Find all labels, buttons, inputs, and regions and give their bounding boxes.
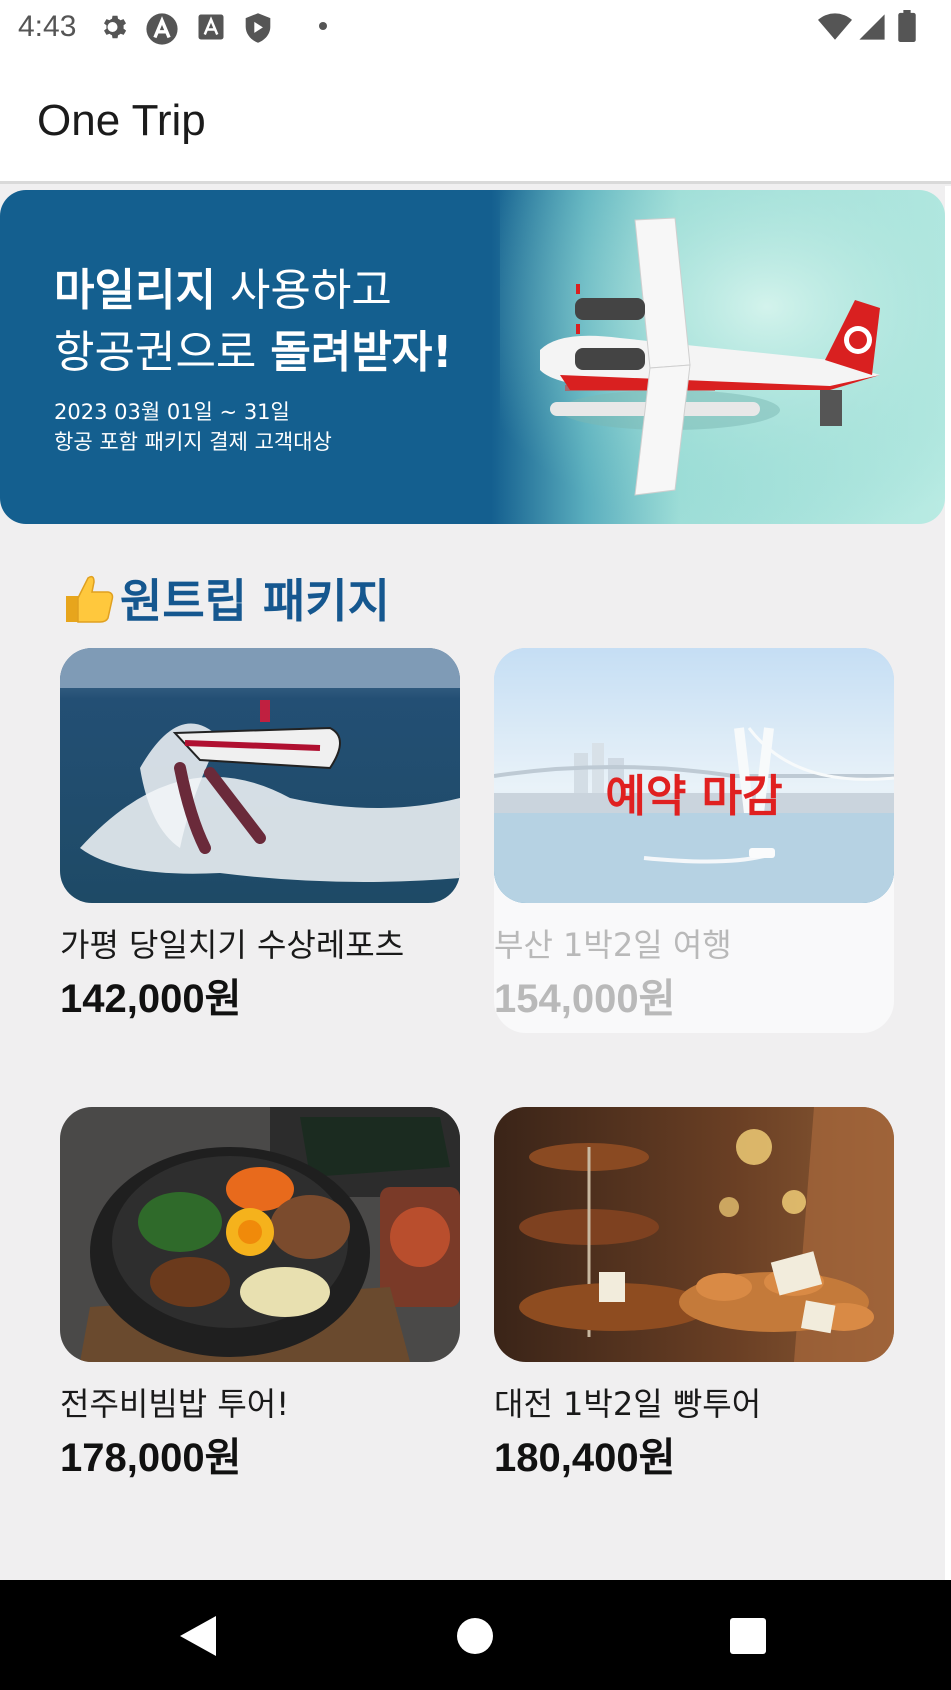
status-bar: 4:43 <box>0 0 951 56</box>
home-icon[interactable] <box>449 1610 501 1662</box>
seaplane-image <box>500 190 945 524</box>
app-title: One Trip <box>37 96 206 145</box>
banner-headline-1: 마일리지 사용하고 <box>54 254 392 318</box>
banner-text-ticket: 항공권으로 <box>54 327 271 378</box>
signal-icon <box>859 14 885 40</box>
package-price: 142,000원 <box>60 977 242 1021</box>
banner-description: 항공 포함 패키지 결제 고객대상 <box>54 430 332 454</box>
app-bar: One Trip <box>0 56 951 184</box>
play-shield-icon <box>245 13 271 43</box>
banner-highlight-mileage: 마일리지 <box>54 265 216 316</box>
package-name: 가평 당일치기 수상레포츠 <box>60 926 405 964</box>
back-icon[interactable] <box>172 1610 224 1662</box>
dot-icon <box>319 22 327 30</box>
package-card-closed[interactable]: 예약 마감 부산 1박2일 여행 154,000원 <box>494 648 894 1033</box>
package-price: 154,000원 <box>494 977 676 1021</box>
wifi-icon <box>818 13 852 40</box>
package-card[interactable]: 전주비빔밥 투어! 178,000원 <box>60 1107 460 1480</box>
banner-headline-2: 항공권으로 돌려받자! <box>54 316 452 380</box>
package-image-bibimbap <box>60 1107 460 1362</box>
promo-banner[interactable]: 마일리지 사용하고 항공권으로 돌려받자! 2023 03월 01일 ~ 31일… <box>0 190 945 524</box>
banner-text-use: 사용하고 <box>215 265 392 316</box>
settings-icon <box>104 15 127 39</box>
closed-label: 예약 마감 <box>605 771 783 822</box>
section-title: 원트립 패키지 <box>120 574 390 628</box>
package-name: 대전 1박2일 빵투어 <box>494 1385 762 1423</box>
package-name: 부산 1박2일 여행 <box>494 926 732 964</box>
section-header: 원트립 패키지 <box>60 568 390 628</box>
navigation-bar <box>0 1580 951 1690</box>
banner-date: 2023 03월 01일 ~ 31일 <box>54 400 290 424</box>
package-price: 180,400원 <box>494 1436 676 1480</box>
android-studio-icon <box>146 13 178 45</box>
battery-icon <box>898 10 916 42</box>
package-card[interactable]: 가평 당일치기 수상레포츠 142,000원 <box>60 648 460 1021</box>
font-a-icon <box>198 14 224 40</box>
scroll-edge <box>945 186 951 1580</box>
package-image-busan: 예약 마감 <box>494 648 894 903</box>
package-card[interactable]: 대전 1박2일 빵투어 180,400원 <box>494 1107 894 1480</box>
recents-icon[interactable] <box>722 1610 774 1662</box>
package-image-bakery <box>494 1107 894 1362</box>
package-name: 전주비빔밥 투어! <box>60 1385 290 1423</box>
banner-highlight-refund: 돌려받자! <box>270 327 453 378</box>
thumbs-up-icon <box>66 575 114 623</box>
package-image-jetski <box>60 648 460 903</box>
status-time: 4:43 <box>18 10 77 43</box>
package-price: 178,000원 <box>60 1436 242 1480</box>
